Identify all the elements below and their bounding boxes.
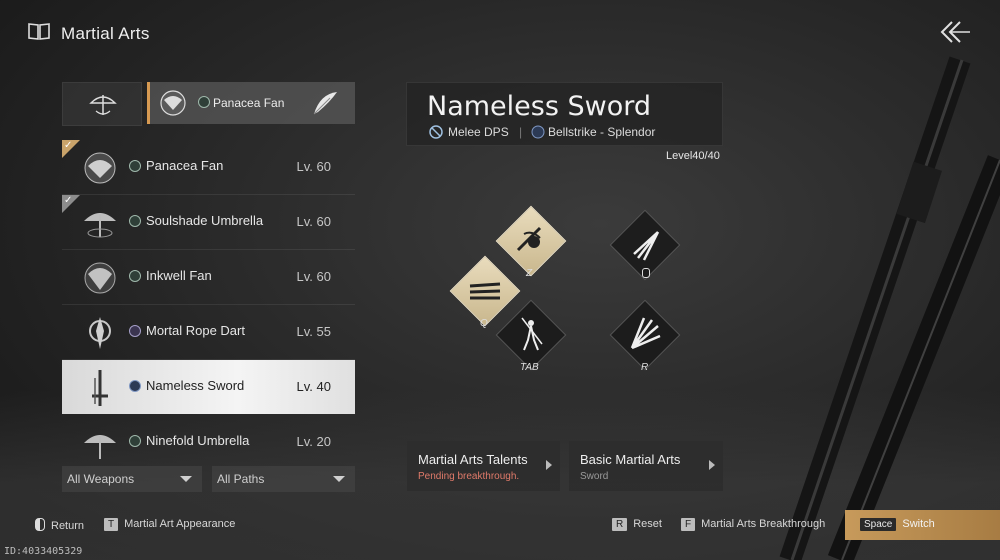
sword-artwork [779, 56, 1000, 560]
path-type-icon [129, 160, 141, 172]
return-hint[interactable]: Return [35, 518, 84, 532]
return-label: Return [51, 520, 85, 532]
weapon-list: ✓ Panacea Fan Lv. 60 ✓ Soulshade Umbrell… [62, 138, 355, 464]
breakthrough-label: Martial Arts Breakthrough [701, 518, 826, 530]
tab-subtitle: Sword [580, 471, 609, 482]
weapon-name: Inkwell Fan [146, 268, 212, 283]
path-type-icon [129, 215, 141, 227]
skill-mouse[interactable] [609, 209, 681, 281]
path-tag: Bellstrike - Splendor [548, 125, 656, 139]
page-title: Martial Arts [61, 24, 150, 43]
mouse-icon [35, 518, 45, 531]
martial-arts-talents-tab[interactable]: Martial Arts Talents Pending breakthroug… [407, 441, 560, 491]
chevron-right-icon [546, 460, 552, 470]
blade-burst-icon [630, 317, 661, 350]
path-type-icon [198, 96, 210, 108]
path-option-umbrella[interactable] [62, 82, 142, 126]
weapon-level: Lv. 55 [296, 324, 331, 339]
path-filter-dropdown[interactable]: All Paths [212, 466, 355, 492]
appearance-label: Martial Art Appearance [124, 518, 236, 530]
umbrella-icon [89, 95, 117, 115]
key-hint: TAB [520, 362, 539, 373]
tab-title: Basic Martial Arts [580, 452, 681, 467]
weapon-title: Nameless Sword [427, 91, 651, 122]
chevron-down-icon [180, 476, 192, 482]
key-hint: R [641, 362, 649, 373]
weapon-row-inkwell-fan[interactable]: Inkwell Fan Lv. 60 [62, 250, 355, 305]
feather-fan-icon [313, 92, 337, 115]
fan-icon [84, 152, 116, 184]
fan-icon [84, 262, 116, 294]
key-r: R [612, 518, 628, 531]
umbrella-icon [84, 435, 116, 459]
key-t: T [104, 518, 119, 531]
weapon-filter-value: All Weapons [67, 472, 135, 486]
basic-martial-arts-tab[interactable]: Basic Martial Arts Sword [569, 441, 723, 491]
sword-icon [92, 370, 108, 406]
reset-hint[interactable]: R Reset [612, 518, 662, 531]
weapon-row-nameless-sword[interactable]: Nameless Sword Lv. 40 [62, 360, 355, 414]
weapon-row-panacea-fan[interactable]: ✓ Panacea Fan Lv. 60 [62, 140, 355, 195]
swordsman-icon [521, 317, 543, 351]
switch-button[interactable]: Space Switch [845, 510, 1000, 540]
weapon-detail-header: Nameless Sword Melee DPS | Bellstrike - … [406, 82, 723, 146]
build-id: ID:4033405329 [4, 546, 83, 557]
weapon-name: Mortal Rope Dart [146, 323, 245, 338]
path-type-icon [531, 125, 545, 139]
appearance-hint[interactable]: T Martial Art Appearance [104, 518, 235, 531]
umbrella-icon [84, 213, 116, 238]
tab-title: Martial Arts Talents [418, 452, 528, 467]
fan-icon [160, 90, 186, 116]
weapon-level: Lv. 60 [296, 269, 331, 284]
weapon-row-soulshade-umbrella[interactable]: ✓ Soulshade Umbrella Lv. 60 [62, 195, 355, 250]
weapon-filter-dropdown[interactable]: All Weapons [62, 466, 202, 492]
back-arrow-icon[interactable] [936, 18, 972, 46]
path-option-panacea-fan[interactable]: Panacea Fan [147, 82, 355, 124]
path-label: Panacea Fan [213, 96, 285, 110]
weapon-level: Lv. 60 [296, 214, 331, 229]
chevron-right-icon [709, 460, 715, 470]
melee-role-icon [429, 125, 443, 139]
equipped-check-icon: ✓ [62, 195, 80, 213]
weapon-level: Lv. 20 [296, 434, 331, 449]
breakthrough-hint[interactable]: F Martial Arts Breakthrough [681, 518, 825, 531]
book-icon [28, 23, 50, 40]
weapon-level-text: Level40/40 [666, 150, 720, 162]
path-type-icon [129, 380, 141, 392]
tag-divider: | [519, 125, 523, 139]
key-f: F [681, 518, 696, 531]
key-space: Space [860, 518, 897, 531]
skill-tab[interactable]: TAB [495, 299, 567, 373]
path-type-icon [129, 435, 141, 447]
blade-fan-icon [633, 231, 660, 261]
role-tag: Melee DPS [448, 125, 509, 139]
weapon-name: Nameless Sword [146, 378, 245, 393]
chevron-down-icon [333, 476, 345, 482]
switch-label: Switch [902, 518, 935, 530]
weapon-row-ninefold-umbrella[interactable]: Ninefold Umbrella Lv. 20 [62, 415, 355, 464]
key-hint: Q [480, 318, 488, 329]
path-filter-value: All Paths [217, 472, 265, 486]
path-type-icon [129, 270, 141, 282]
equipped-check-icon: ✓ [62, 140, 80, 158]
rope-dart-icon [89, 317, 111, 349]
weapon-row-mortal-rope-dart[interactable]: Mortal Rope Dart Lv. 55 [62, 305, 355, 360]
key-hint: Z [526, 268, 533, 279]
weapon-name: Soulshade Umbrella [146, 213, 264, 228]
mouse-icon [642, 268, 650, 278]
weapon-name: Panacea Fan [146, 158, 224, 173]
weapon-level: Lv. 60 [296, 159, 331, 174]
reset-label: Reset [633, 518, 662, 530]
weapon-level: Lv. 40 [296, 379, 331, 394]
skill-r[interactable]: R [609, 299, 681, 373]
tab-status: Pending breakthrough. [418, 471, 520, 482]
weapon-name: Ninefold Umbrella [146, 433, 250, 448]
path-type-icon [129, 325, 141, 337]
